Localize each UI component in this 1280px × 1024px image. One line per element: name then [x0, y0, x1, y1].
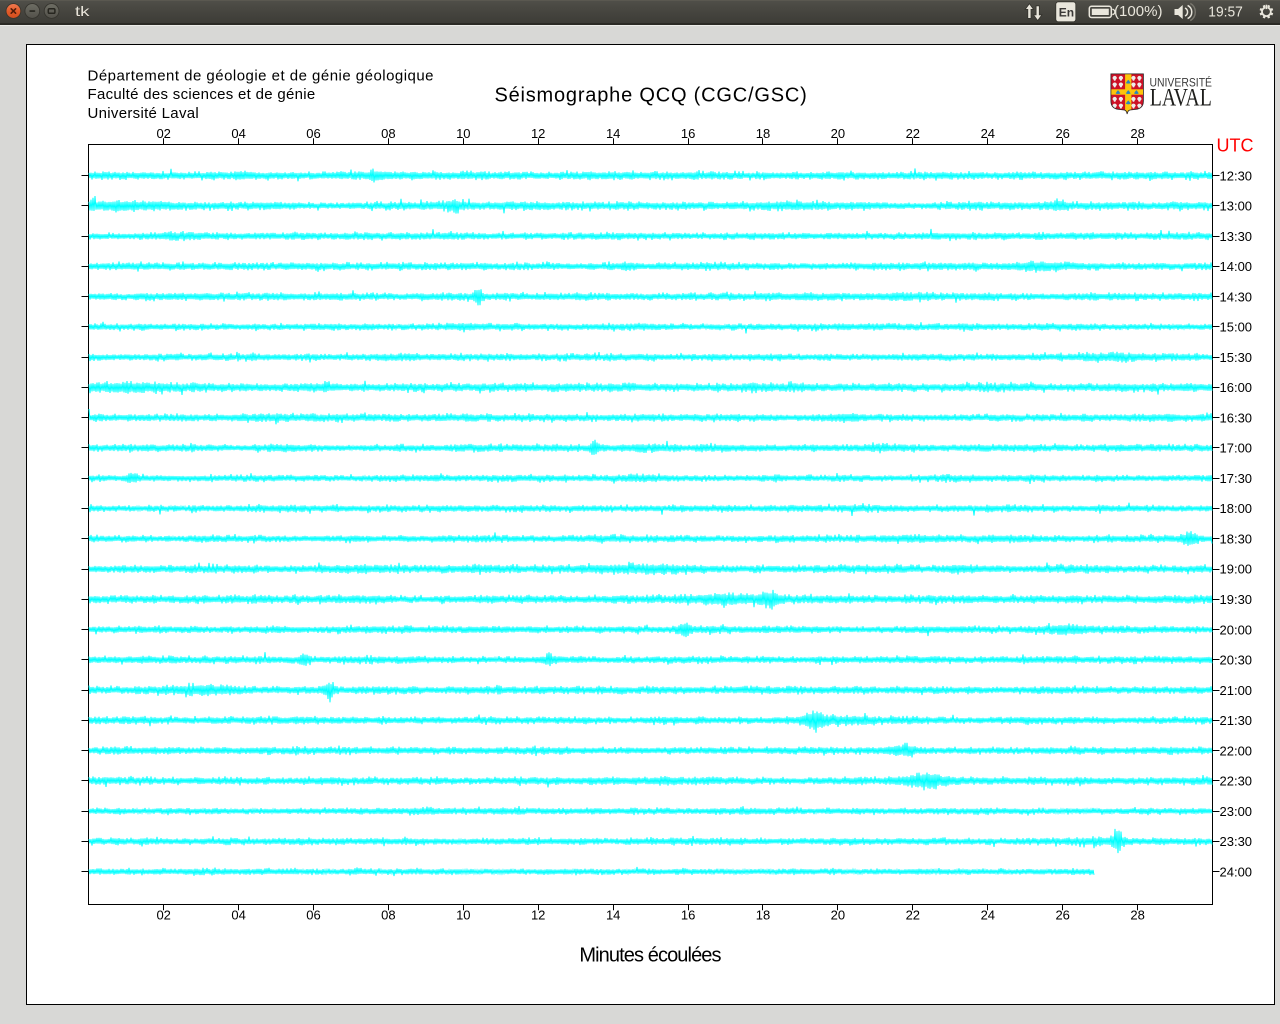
svg-text:17:00: 17:00 — [1220, 441, 1253, 456]
svg-text:23:00: 23:00 — [1220, 804, 1253, 819]
svg-text:28: 28 — [1130, 126, 1144, 141]
svg-text:18:00: 18:00 — [1220, 501, 1253, 516]
svg-text:UTC: UTC — [1217, 136, 1254, 156]
svg-text:14:30: 14:30 — [1220, 289, 1253, 304]
svg-text:12:30: 12:30 — [1220, 168, 1253, 183]
svg-text:21:30: 21:30 — [1220, 713, 1253, 728]
svg-text:22: 22 — [906, 908, 920, 923]
svg-text:Minutes écoulées: Minutes écoulées — [579, 944, 721, 966]
svg-text:16:00: 16:00 — [1220, 380, 1253, 395]
svg-text:22: 22 — [906, 126, 920, 141]
svg-text:06: 06 — [306, 126, 320, 141]
svg-text:18: 18 — [756, 126, 770, 141]
svg-text:12: 12 — [531, 908, 545, 923]
svg-text:Département de géologie et de: Département de géologie et de génie géol… — [88, 67, 435, 84]
svg-text:21:00: 21:00 — [1220, 683, 1253, 698]
svg-text:02: 02 — [156, 126, 170, 141]
svg-text:24:00: 24:00 — [1220, 864, 1253, 879]
svg-text:06: 06 — [306, 908, 320, 923]
svg-text:28: 28 — [1130, 908, 1144, 923]
svg-text:13:30: 13:30 — [1220, 229, 1253, 244]
svg-text:16: 16 — [681, 126, 695, 141]
svg-text:26: 26 — [1055, 908, 1069, 923]
svg-text:23:30: 23:30 — [1220, 834, 1253, 849]
svg-text:tk: tk — [75, 3, 91, 19]
svg-text:19:00: 19:00 — [1220, 562, 1253, 577]
svg-text:(100%): (100%) — [1114, 4, 1163, 20]
svg-text:20:00: 20:00 — [1220, 622, 1253, 637]
svg-text:08: 08 — [381, 908, 395, 923]
svg-text:19:30: 19:30 — [1220, 592, 1253, 607]
svg-text:Séismographe QCQ (CGC/GSC): Séismographe QCQ (CGC/GSC) — [494, 85, 807, 107]
svg-text:18:30: 18:30 — [1220, 532, 1253, 547]
svg-text:LAVAL: LAVAL — [1150, 85, 1212, 112]
svg-text:15:00: 15:00 — [1220, 320, 1253, 335]
svg-text:22:00: 22:00 — [1220, 743, 1253, 758]
svg-text:17:30: 17:30 — [1220, 471, 1253, 486]
svg-text:20: 20 — [831, 908, 845, 923]
svg-text:04: 04 — [231, 908, 245, 923]
svg-text:08: 08 — [381, 126, 395, 141]
svg-text:19:57: 19:57 — [1208, 3, 1243, 20]
svg-text:13:00: 13:00 — [1220, 199, 1253, 214]
svg-text:18: 18 — [756, 908, 770, 923]
svg-text:14: 14 — [606, 126, 620, 141]
svg-text:10: 10 — [456, 126, 470, 141]
svg-text:02: 02 — [156, 908, 170, 923]
svg-text:En: En — [1059, 6, 1074, 20]
svg-text:Université Laval: Université Laval — [88, 105, 200, 122]
svg-text:26: 26 — [1055, 126, 1069, 141]
svg-text:14:00: 14:00 — [1220, 259, 1253, 274]
svg-text:20: 20 — [831, 126, 845, 141]
svg-text:04: 04 — [231, 126, 245, 141]
svg-text:14: 14 — [606, 908, 620, 923]
svg-text:15:30: 15:30 — [1220, 350, 1253, 365]
svg-text:24: 24 — [981, 126, 995, 141]
svg-text:12: 12 — [531, 126, 545, 141]
svg-text:16:30: 16:30 — [1220, 410, 1253, 425]
svg-text:22:30: 22:30 — [1220, 774, 1253, 789]
svg-text:16: 16 — [681, 908, 695, 923]
svg-text:24: 24 — [981, 908, 995, 923]
svg-text:20:30: 20:30 — [1220, 653, 1253, 668]
svg-text:Faculté des sciences et de gén: Faculté des sciences et de génie — [88, 86, 316, 103]
svg-text:10: 10 — [456, 908, 470, 923]
